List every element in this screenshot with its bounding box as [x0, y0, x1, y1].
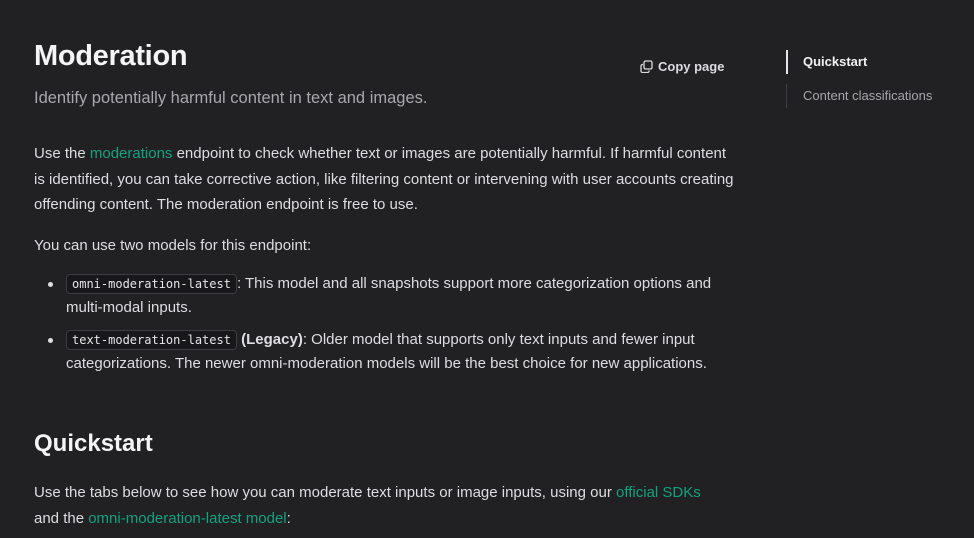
- model-code: omni-moderation-latest: [66, 274, 237, 294]
- official-sdks-link[interactable]: official SDKs: [616, 484, 701, 501]
- list-item: omni-moderation-latest: This model and a…: [34, 272, 734, 320]
- quickstart-paragraph: Use the tabs below to see how you can mo…: [34, 480, 724, 531]
- intro-text: Use the: [34, 145, 90, 162]
- models-intro: You can use two models for this endpoint…: [34, 237, 312, 254]
- model-link[interactable]: omni-moderation-latest model: [88, 510, 286, 527]
- quickstart-text-mid: and the: [34, 509, 89, 527]
- moderations-link[interactable]: moderations: [90, 145, 173, 162]
- docs-page: Moderation Copy page Identify potentiall…: [0, 0, 974, 538]
- list-item: text-moderation-latest (Legacy): Older m…: [34, 328, 734, 376]
- copy-icon: [640, 59, 653, 73]
- quickstart-heading: Quickstart: [34, 430, 153, 457]
- bullet-dot: [48, 282, 53, 287]
- table-of-contents: Quickstart Content classifications: [786, 50, 966, 108]
- intro-paragraph: Use the moderations endpoint to check wh…: [34, 141, 734, 218]
- toc-item-quickstart[interactable]: Quickstart: [786, 50, 966, 74]
- legacy-label: (Legacy): [241, 331, 303, 348]
- models-list: omni-moderation-latest: This model and a…: [34, 272, 734, 376]
- quickstart-text: Use the tabs below to see how you can mo…: [34, 484, 616, 501]
- copy-page-label: Copy page: [658, 58, 725, 74]
- page-subtitle: Identify potentially harmful content in …: [34, 89, 428, 107]
- page-title: Moderation: [34, 40, 188, 72]
- model-code: text-moderation-latest: [66, 330, 237, 350]
- quickstart-text-end: :: [286, 509, 291, 527]
- copy-page-button[interactable]: Copy page: [640, 56, 724, 76]
- bullet-dot: [48, 338, 53, 343]
- toc-item-content-classifications[interactable]: Content classifications: [786, 84, 966, 108]
